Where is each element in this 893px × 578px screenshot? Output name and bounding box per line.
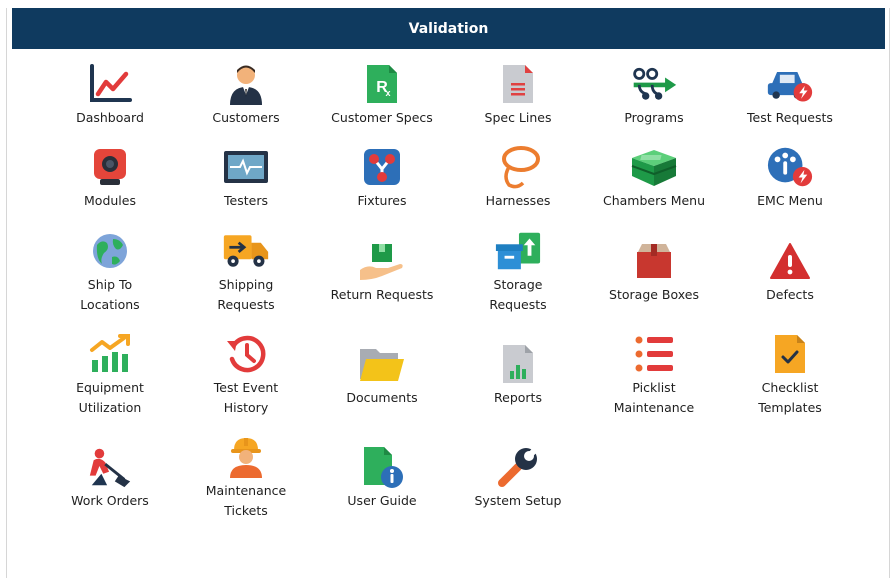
tile-harnesses[interactable]: Harnesses <box>450 143 586 239</box>
warning-triangle-icon <box>766 237 814 285</box>
svg-text:x: x <box>385 88 390 98</box>
tile-label: Documents <box>346 390 418 405</box>
tile-system-setup[interactable]: System Setup <box>450 443 586 539</box>
document-lines-icon <box>494 60 542 108</box>
chamber-box-icon <box>630 143 678 191</box>
tile-label: Modules <box>84 193 136 208</box>
tile-label: Equipment Utilization <box>76 380 144 415</box>
tile-test-requests[interactable]: Test Requests <box>722 60 858 156</box>
tile-label: Shipping Requests <box>217 277 275 312</box>
tile-chambers-menu[interactable]: Chambers Menu <box>586 143 722 239</box>
tile-label: Maintenance Tickets <box>205 483 287 518</box>
tile-label: Picklist Maintenance <box>613 380 695 415</box>
tile-label: Spec Lines <box>484 110 552 125</box>
picklist-icon <box>630 330 678 378</box>
tile-maintenance-tickets[interactable]: Maintenance Tickets <box>178 433 314 529</box>
tile-label: Testers <box>224 193 268 208</box>
hand-box-icon <box>358 237 406 285</box>
tile-storage-boxes[interactable]: Storage Boxes <box>586 237 722 333</box>
module-camera-icon <box>86 143 134 191</box>
tile-ship-to-locations[interactable]: Ship To Locations <box>42 227 178 323</box>
program-flow-icon <box>630 60 678 108</box>
tile-documents[interactable]: Documents <box>314 340 450 436</box>
tile-label: EMC Menu <box>757 193 823 208</box>
tile-customer-specs[interactable]: R x Customer Specs <box>314 60 450 156</box>
tile-equipment-utilization[interactable]: Equipment Utilization <box>42 330 178 426</box>
tile-programs[interactable]: Programs <box>586 60 722 156</box>
fixture-nodes-icon <box>358 143 406 191</box>
tile-label: Return Requests <box>330 287 434 302</box>
main-frame: Validation Dashboard Customers R x Custo… <box>6 8 890 578</box>
tile-label: Checklist Templates <box>758 380 822 415</box>
tile-test-event-history[interactable]: Test Event History <box>178 330 314 426</box>
tile-testers[interactable]: Testers <box>178 143 314 239</box>
tester-monitor-icon <box>222 143 270 191</box>
tile-picklist-maintenance[interactable]: Picklist Maintenance <box>586 330 722 426</box>
tile-user-guide[interactable]: User Guide <box>314 443 450 539</box>
tile-label: Test Requests <box>747 110 833 125</box>
worker-shovel-icon <box>86 443 134 491</box>
storage-box-upload-icon <box>494 227 542 275</box>
car-test-icon <box>766 60 814 108</box>
tile-checklist-templates[interactable]: Checklist Templates <box>722 330 858 426</box>
tile-shipping-requests[interactable]: Shipping Requests <box>178 227 314 323</box>
tile-reports[interactable]: Reports <box>450 340 586 436</box>
globe-icon <box>86 227 134 275</box>
info-document-icon <box>358 443 406 491</box>
tile-label: System Setup <box>474 493 562 508</box>
tile-work-orders[interactable]: Work Orders <box>42 443 178 539</box>
tile-label: Dashboard <box>76 110 144 125</box>
tile-label: Work Orders <box>71 493 149 508</box>
tile-defects[interactable]: Defects <box>722 237 858 333</box>
storage-box-icon <box>630 237 678 285</box>
truck-icon <box>222 227 270 275</box>
folder-icon <box>358 340 406 388</box>
dashboard-chart-icon <box>86 60 134 108</box>
emc-gauge-icon <box>766 143 814 191</box>
tile-label: Defects <box>766 287 814 302</box>
checklist-document-icon <box>766 330 814 378</box>
utilization-bars-icon <box>86 330 134 378</box>
tile-label: Reports <box>494 390 542 405</box>
tile-label: Fixtures <box>357 193 407 208</box>
tile-storage-requests[interactable]: Storage Requests <box>450 227 586 323</box>
tile-label: Storage Requests <box>489 277 547 312</box>
tile-label: Customer Specs <box>331 110 433 125</box>
customer-person-icon <box>222 60 270 108</box>
wrench-icon <box>494 443 542 491</box>
tile-return-requests[interactable]: Return Requests <box>314 237 450 333</box>
report-document-icon <box>494 340 542 388</box>
menu-grid: Dashboard Customers R x Customer Specs S… <box>7 8 889 568</box>
tile-label: Harnesses <box>485 193 551 208</box>
history-clock-icon <box>222 330 270 378</box>
tile-modules[interactable]: Modules <box>42 143 178 239</box>
tile-label: Test Event History <box>213 380 279 415</box>
rx-document-icon: R x <box>358 60 406 108</box>
tile-customers[interactable]: Customers <box>178 60 314 156</box>
tile-label: User Guide <box>347 493 417 508</box>
tile-label: Programs <box>624 110 684 125</box>
tile-spec-lines[interactable]: Spec Lines <box>450 60 586 156</box>
tile-label: Ship To Locations <box>80 277 140 312</box>
tile-label: Storage Boxes <box>609 287 699 302</box>
tile-dashboard[interactable]: Dashboard <box>42 60 178 156</box>
tile-fixtures[interactable]: Fixtures <box>314 143 450 239</box>
tile-label: Chambers Menu <box>602 193 706 208</box>
tile-emc-menu[interactable]: EMC Menu <box>722 143 858 239</box>
harness-lasso-icon <box>494 143 542 191</box>
hardhat-worker-icon <box>222 433 270 481</box>
tile-label: Customers <box>212 110 280 125</box>
